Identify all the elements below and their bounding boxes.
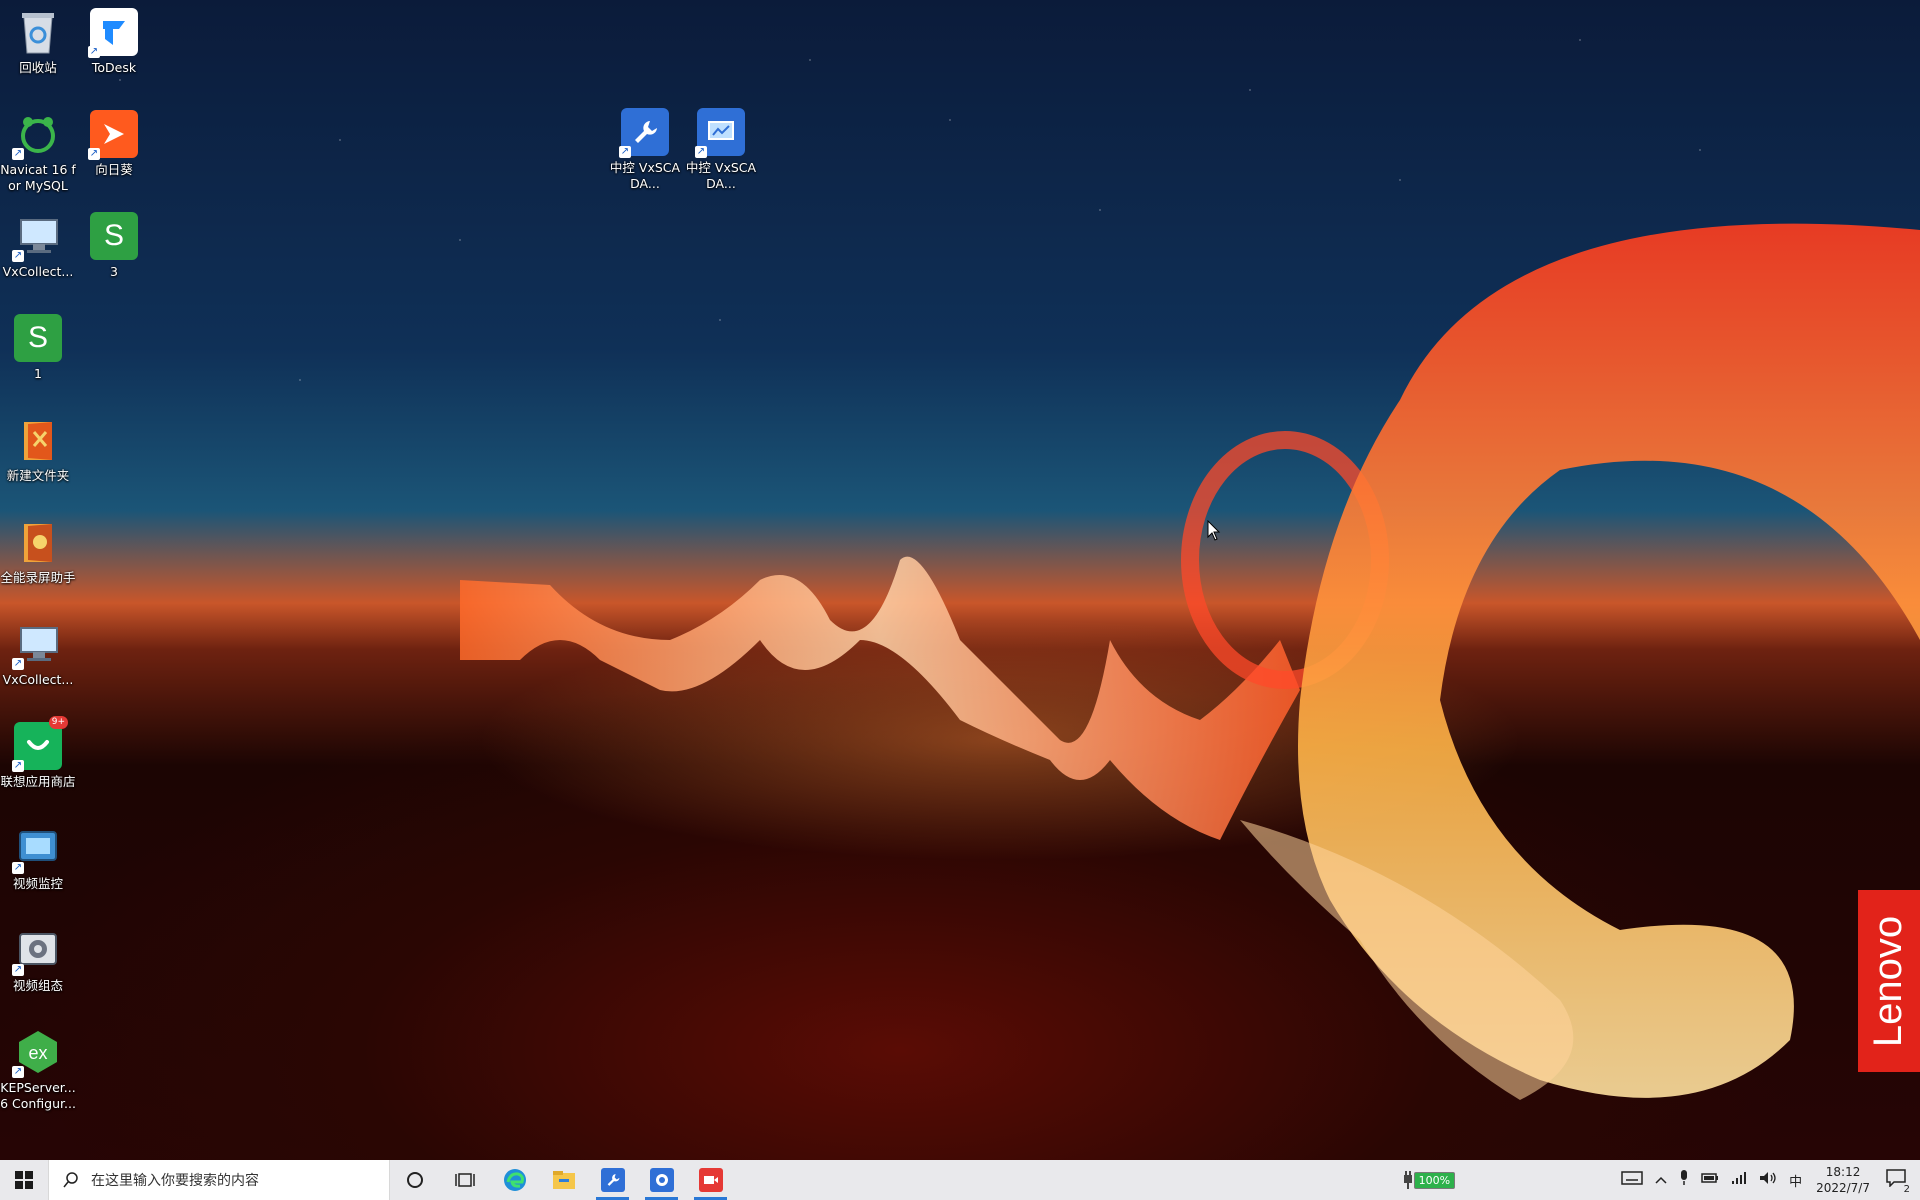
input-method-indicator[interactable]: 中 [1789,1171,1802,1190]
lenovo-logo: Lenovo [1858,890,1920,1072]
chevron-up-icon [1655,1176,1667,1184]
windows-logo-icon [15,1171,33,1189]
taskbar-app-edge[interactable] [490,1160,539,1200]
screen-recorder-icon [698,1168,723,1192]
notification-badge: 9+ [48,716,68,729]
shortcut-arrow-icon: ↗ [12,148,24,160]
desktop-icon-new-folder[interactable]: 新建文件夹 [0,416,76,484]
clock-date: 2022/7/7 [1816,1181,1870,1195]
vxscada-tool-icon [600,1168,625,1192]
shortcut-arrow-icon: ↗ [12,250,24,262]
folder-icon [14,416,62,464]
speaker-icon [1760,1172,1776,1184]
shortcut-arrow-icon: ↗ [12,760,24,772]
taskbar-search-box[interactable]: 在这里输入你要搜索的内容 [48,1160,390,1200]
taskbar-app-vxscada[interactable] [588,1160,637,1200]
file-explorer-icon [552,1171,575,1189]
edge-icon [503,1169,526,1191]
battery-tray-button[interactable] [1701,1172,1719,1188]
taskbar-app-file-explorer[interactable] [539,1160,588,1200]
shortcut-arrow-icon: ↗ [12,862,24,874]
cortana-circle-icon [407,1172,423,1188]
show-hidden-icons-button[interactable] [1655,1173,1667,1188]
cortana-button[interactable] [390,1160,440,1200]
vxscada-monitor-icon: ↗ [695,108,745,158]
desktop-icon-recycle-bin[interactable]: 回收站 [0,8,76,76]
taskbar: 在这里输入你要搜索的内容 100% 中 18:12 2022/7/7 2 [0,1160,1920,1200]
volume-button[interactable] [1759,1171,1777,1189]
shortcut-arrow-icon: ↗ [695,146,707,158]
lenovo-app-store-icon: 9+ ↗ [12,716,68,772]
wps-sheet-icon: S [90,212,138,260]
navicat-icon: ↗ [12,110,62,160]
vxcollect-icon: ↗ [12,620,62,670]
microphone-icon [1681,1170,1688,1185]
wps-sheet-icon: S [14,314,62,362]
wallpaper-light-painting [460,223,1920,1100]
desktop-icon-kepserver[interactable]: ex ↗ KEPServer... 6 Configur... [0,1028,76,1112]
task-view-button[interactable] [440,1160,490,1200]
search-icon [63,1172,78,1188]
signal-icon [1732,1172,1747,1184]
desktop-icon-sunlogin[interactable]: ↗ 向日葵 [76,110,152,178]
settings-app-icon [649,1168,674,1192]
todesk-icon: ↗ [88,8,138,58]
vxcollect-icon: ↗ [12,212,62,262]
shortcut-arrow-icon: ↗ [88,148,100,160]
taskbar-clock[interactable]: 18:12 2022/7/7 [1816,1164,1870,1196]
battery-percent: 100% [1413,1171,1456,1189]
shortcut-arrow-icon: ↗ [12,964,24,976]
desktop-icon-lenovo-app-store[interactable]: 9+ ↗ 联想应用商店 [0,716,76,790]
kepserver-icon: ex ↗ [12,1028,62,1078]
desktop-icon-vxscada-tool[interactable]: ↗ 中控 VxSCADA... [607,108,683,192]
shortcut-arrow-icon: ↗ [12,658,24,670]
screen-recorder-icon [14,518,62,566]
battery-indicator[interactable]: 100% [1402,1171,1456,1189]
keyboard-icon [1621,1171,1643,1185]
action-center-button[interactable]: 2 [1886,1169,1910,1195]
power-plug-icon [1403,1171,1412,1189]
touch-keyboard-button[interactable] [1621,1170,1643,1190]
desktop-icon-vxcollect-1[interactable]: ↗ VxCollect... [0,212,76,280]
task-view-icon [455,1173,475,1187]
mouse-cursor-icon [1207,520,1221,541]
search-placeholder: 在这里输入你要搜索的内容 [91,1173,259,1189]
shortcut-arrow-icon: ↗ [619,146,631,158]
clock-time: 18:12 [1825,1165,1861,1179]
taskbar-app-settings[interactable] [637,1160,686,1200]
video-config-icon: ↗ [12,926,62,976]
desktop-icon-vxcollect-2[interactable]: ↗ VxCollect... [0,620,76,688]
desktop: Lenovo 回收站 ↗ ToDesk ↗ Navicat 16 for MyS… [0,0,1920,1160]
battery-icon [1701,1173,1719,1183]
recycle-bin-icon [14,8,62,56]
desktop-icon-sheet-3[interactable]: S 3 [76,212,152,280]
desktop-icon-video-config[interactable]: ↗ 视频组态 [0,926,76,994]
taskbar-app-screen-recorder[interactable] [686,1160,735,1200]
desktop-icon-sheet-1[interactable]: S 1 [0,314,76,382]
shortcut-arrow-icon: ↗ [88,46,100,58]
vxscada-tool-icon: ↗ [619,108,669,158]
svg-text:ex: ex [28,1043,47,1063]
start-button[interactable] [0,1160,48,1200]
notification-count: 2 [1903,1184,1910,1195]
video-monitor-icon: ↗ [12,824,62,874]
desktop-icon-todesk[interactable]: ↗ ToDesk [76,8,152,76]
desktop-icon-navicat[interactable]: ↗ Navicat 16 for MySQL [0,110,76,194]
sunlogin-icon: ↗ [88,110,138,160]
desktop-icon-screen-recorder[interactable]: 全能录屏助手 [0,518,76,586]
shortcut-arrow-icon: ↗ [12,1066,24,1078]
microphone-button[interactable] [1679,1170,1689,1190]
lenovo-logo-text: Lenovo [1866,915,1911,1047]
desktop-icon-video-monitor[interactable]: ↗ 视频监控 [0,824,76,892]
system-tray: 100% 中 18:12 2022/7/7 2 [1402,1160,1920,1200]
network-button[interactable] [1731,1171,1747,1189]
desktop-icon-vxscada-monitor[interactable]: ↗ 中控 VxSCADA... [683,108,759,192]
